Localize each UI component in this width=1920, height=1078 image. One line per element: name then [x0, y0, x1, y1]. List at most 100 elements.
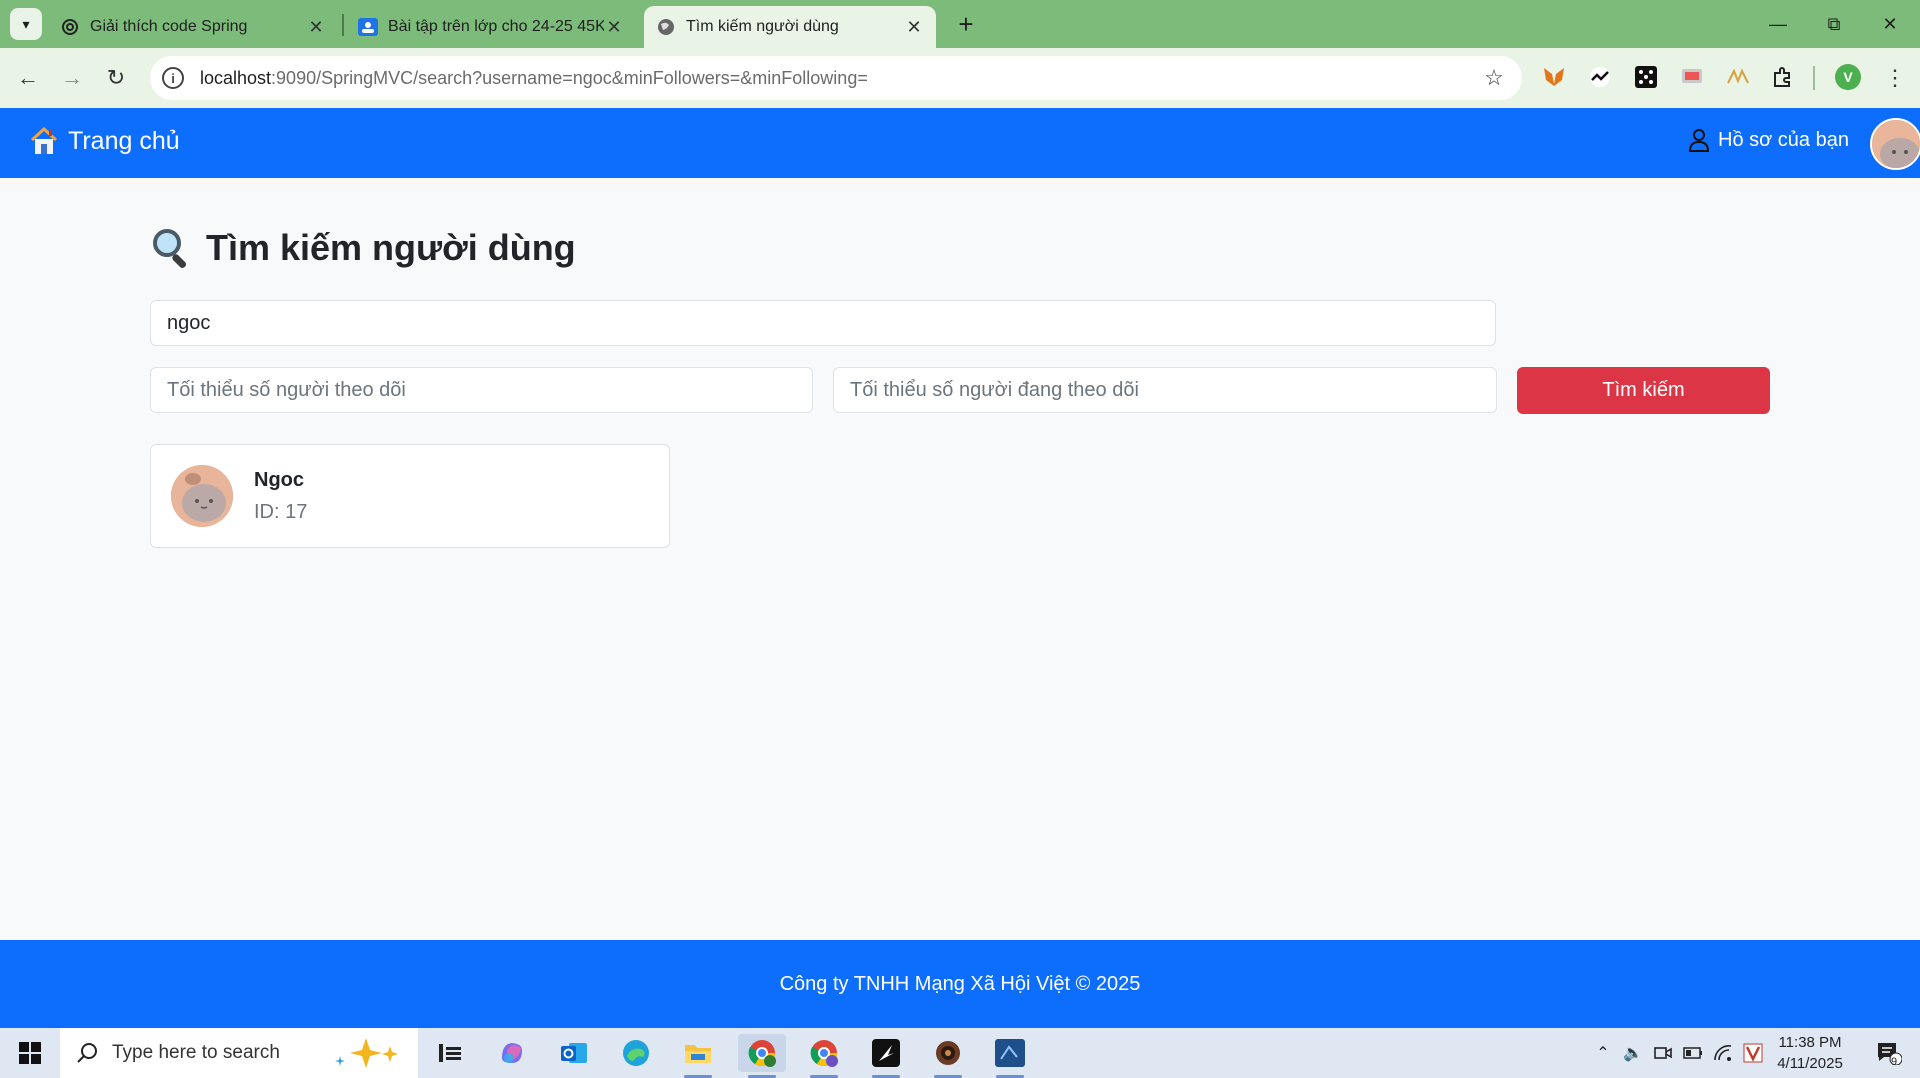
taskbar-clock[interactable]: 11:38 PM 4/11/2025	[1770, 1032, 1850, 1074]
meet-now-icon[interactable]	[1650, 1028, 1676, 1078]
bookmark-star-icon[interactable]: ☆	[1480, 65, 1508, 91]
folder-icon	[685, 1045, 711, 1063]
tab-title: Giải thích code Spring	[90, 18, 248, 35]
tab-giai-thich-code[interactable]: Giải thích code Spring ✕	[48, 6, 338, 48]
close-icon[interactable]: ✕	[306, 17, 326, 38]
taskbar-search[interactable]: Type here to search	[60, 1028, 418, 1078]
tab-bai-tap[interactable]: Bài tập trên lớp cho 24-25 45K1 ✕	[346, 6, 636, 48]
taskbar-app-sql[interactable]	[986, 1034, 1034, 1078]
notification-center[interactable]: 9	[1866, 1028, 1912, 1078]
restore-button[interactable]: ⧉	[1806, 0, 1862, 48]
app-navbar: Trang chủ Hồ sơ của bạn	[0, 108, 1920, 178]
arrow-left-icon: ←	[17, 65, 39, 90]
tab-tim-kiem[interactable]: Tìm kiếm người dùng ✕	[644, 6, 936, 48]
reload-button[interactable]: ↻	[98, 60, 134, 96]
battery-shape	[1683, 1047, 1702, 1059]
browser-toolbar: ← → ↻ i localhost:9090/SpringMVC/search?…	[0, 48, 1920, 108]
wifi-shape	[1714, 1045, 1732, 1061]
show-hidden-icons[interactable]: ⌃	[1590, 1028, 1616, 1078]
cat-avatar-image	[1872, 120, 1920, 168]
browser-profile-avatar[interactable]: V	[1835, 64, 1861, 90]
tab-title: Bài tập trên lớp cho 24-25 45K1	[388, 18, 604, 35]
gear-icon	[936, 1041, 960, 1065]
edge-icon	[623, 1040, 649, 1066]
new-tab-button[interactable]: +	[950, 8, 982, 40]
dice-extension-icon[interactable]	[1631, 62, 1661, 92]
cast-extension-icon[interactable]	[1677, 62, 1707, 92]
openai-icon	[60, 17, 80, 37]
username-field[interactable]	[150, 300, 1496, 346]
min-following-input[interactable]	[850, 378, 1480, 402]
taskbar-edge[interactable]	[612, 1034, 660, 1072]
task-view-button[interactable]	[426, 1034, 474, 1072]
feather-app-icon	[872, 1039, 900, 1067]
restore-icon: ⧉	[1827, 13, 1841, 34]
arrow-right-icon: →	[61, 65, 83, 90]
outlook-icon	[561, 1043, 587, 1063]
username-input[interactable]	[167, 311, 1479, 335]
taskbar-app-gear[interactable]	[924, 1034, 972, 1078]
min-followers-field[interactable]	[150, 367, 813, 413]
clock-time: 11:38 PM	[1778, 1034, 1842, 1051]
camera-icon	[1654, 1047, 1672, 1059]
taskbar-copilot[interactable]	[488, 1034, 536, 1072]
taskbar-file-explorer[interactable]	[674, 1034, 722, 1078]
vietnamese-ime-icon[interactable]	[1740, 1028, 1766, 1078]
metamask-extension-icon[interactable]	[1539, 62, 1569, 92]
min-following-field[interactable]	[833, 367, 1497, 413]
back-button[interactable]: ←	[10, 60, 46, 96]
database-app-icon	[995, 1039, 1025, 1067]
reload-icon: ↻	[106, 65, 126, 90]
search-icon	[77, 1043, 97, 1063]
scribble-extension-icon[interactable]	[1723, 62, 1753, 92]
google-classroom-icon	[358, 17, 378, 37]
plus-icon: +	[958, 8, 974, 39]
puzzle-extensions-icon[interactable]	[1768, 62, 1798, 92]
footer-text: Công ty TNHH Mạng Xã Hội Việt © 2025	[779, 972, 1141, 995]
chrome-icon	[810, 1040, 838, 1067]
user-avatar[interactable]	[1870, 118, 1920, 170]
wifi-icon[interactable]	[1710, 1028, 1736, 1078]
battery-icon[interactable]	[1680, 1028, 1706, 1078]
user-name[interactable]: Ngoc	[254, 469, 304, 492]
taskbar-chrome-active[interactable]	[738, 1034, 786, 1078]
browser-tab-strip: ▾ Giải thích code Spring ✕ Bài tập trên …	[0, 0, 1920, 48]
profile-link[interactable]: Hồ sơ của bạn	[1688, 128, 1849, 152]
notification-count: 9	[1891, 1056, 1898, 1068]
taskbar-app-feather[interactable]	[862, 1034, 910, 1078]
close-icon[interactable]: ✕	[904, 17, 924, 38]
user-avatar	[171, 465, 233, 527]
tab-separator	[342, 14, 344, 36]
min-followers-input[interactable]	[167, 378, 796, 402]
close-icon[interactable]: ✕	[604, 17, 624, 38]
sparkle-icon	[335, 1038, 398, 1068]
taskbar-outlook[interactable]	[550, 1034, 598, 1072]
address-bar[interactable]: i localhost:9090/SpringMVC/search?userna…	[150, 56, 1522, 100]
user-id: ID: 17	[254, 501, 308, 523]
cat-avatar-image	[171, 465, 233, 527]
notification-icon	[1878, 1043, 1902, 1065]
start-button[interactable]	[0, 1028, 60, 1078]
site-info-icon[interactable]: i	[162, 67, 184, 89]
minimize-button[interactable]: —	[1750, 0, 1806, 48]
profile-link-label: Hồ sơ của bạn	[1718, 128, 1849, 151]
windows-taskbar: Type here to search ⌃ 🔈 11:38 PM 4/11/20…	[0, 1028, 1920, 1078]
tab-title: Tìm kiếm người dùng	[686, 18, 839, 35]
globe-icon	[656, 17, 676, 37]
volume-icon[interactable]: 🔈	[1620, 1028, 1646, 1078]
chart-extension-icon[interactable]	[1585, 62, 1615, 92]
more-menu-icon[interactable]: ⋮	[1880, 60, 1910, 96]
url-text[interactable]: localhost:9090/SpringMVC/search?username…	[200, 68, 1480, 89]
search-button[interactable]: Tìm kiếm	[1517, 367, 1770, 414]
taskbar-chrome-profile[interactable]	[800, 1034, 848, 1078]
home-link[interactable]: Trang chủ	[30, 126, 180, 156]
close-window-button[interactable]: ✕	[1862, 0, 1918, 48]
user-result-card[interactable]: Ngoc ID: 17	[150, 444, 670, 548]
tab-search-button[interactable]: ▾	[10, 8, 42, 40]
house-icon	[30, 126, 58, 154]
copilot-icon	[502, 1043, 522, 1063]
forward-button[interactable]: →	[54, 60, 90, 96]
chevron-up-icon: ⌃	[1596, 1045, 1610, 1062]
windows-logo-icon	[19, 1042, 41, 1064]
page-footer: Công ty TNHH Mạng Xã Hội Việt © 2025	[0, 940, 1920, 1028]
